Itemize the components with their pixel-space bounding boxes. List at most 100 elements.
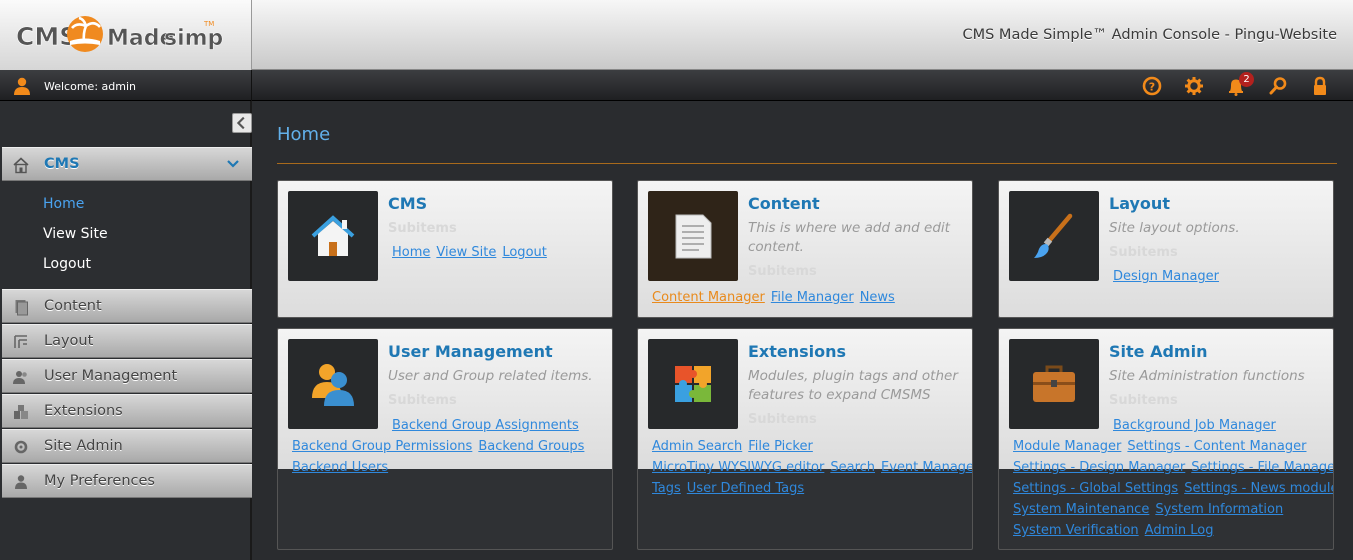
link-settings-news-module[interactable]: Settings - News module bbox=[1184, 481, 1333, 496]
card-links: Backend Group Assignments Backend Group P… bbox=[292, 415, 604, 478]
link-search[interactable]: Search bbox=[830, 460, 875, 475]
link-system-information[interactable]: System Information bbox=[1155, 502, 1283, 517]
admin-gear-icon bbox=[14, 440, 28, 454]
welcome-text: Welcome: admin bbox=[44, 80, 136, 93]
link-settings-global-settings[interactable]: Settings - Global Settings bbox=[1013, 481, 1178, 496]
lock-icon bbox=[1314, 76, 1326, 95]
card-links: Background Job Manager Module Manager Sett… bbox=[1013, 415, 1333, 541]
link-view-site[interactable]: View Site bbox=[436, 245, 496, 260]
sidebar-item-label: CMS bbox=[44, 156, 80, 172]
sidebar-item-cms[interactable]: CMS bbox=[2, 147, 252, 181]
users-icon bbox=[13, 371, 27, 384]
document-icon bbox=[675, 214, 712, 259]
svg-text:TM: TM bbox=[203, 20, 214, 28]
user-preferences-icon bbox=[15, 475, 27, 489]
link-system-maintenance[interactable]: System Maintenance bbox=[1013, 502, 1149, 517]
page-title: Home bbox=[277, 124, 331, 145]
search-icon bbox=[1269, 77, 1287, 95]
card-description: Site Administration functions bbox=[1109, 368, 1305, 384]
logo-area: CMS Made simple TM bbox=[0, 0, 252, 70]
link-backend-group-assignments[interactable]: Backend Group Assignments bbox=[392, 418, 579, 433]
gear-icon bbox=[1185, 77, 1203, 95]
card-title[interactable]: Layout bbox=[1109, 194, 1170, 213]
card-thumbnail bbox=[288, 191, 378, 281]
card-description: This is where we add and edit content. bbox=[748, 220, 950, 255]
sidebar-subitem-logout[interactable]: Logout bbox=[43, 256, 91, 272]
sidebar-item-user-management[interactable]: User Management bbox=[2, 359, 252, 393]
user-toolbar: Welcome: admin ? 2 bbox=[0, 70, 1353, 101]
link-backend-groups[interactable]: Backend Groups bbox=[478, 439, 584, 454]
card-subitems-label: Subitems bbox=[388, 393, 457, 408]
card-title[interactable]: Site Admin bbox=[1109, 342, 1207, 361]
sidebar: CMS Home View Site Logout Content Layout… bbox=[0, 101, 252, 560]
sidebar-item-label: Site Admin bbox=[44, 438, 123, 454]
chevron-down-icon[interactable] bbox=[226, 159, 240, 169]
link-home[interactable]: Home bbox=[392, 245, 430, 260]
card-extensions: Extensions Modules, plugin tags and othe… bbox=[637, 328, 973, 550]
link-logout[interactable]: Logout bbox=[502, 245, 547, 260]
settings-button[interactable] bbox=[1173, 74, 1215, 98]
link-system-verification[interactable]: System Verification bbox=[1013, 523, 1139, 538]
logout-button[interactable] bbox=[1299, 74, 1341, 98]
link-background-job-manager[interactable]: Background Job Manager bbox=[1113, 418, 1276, 433]
link-microtiny-editor[interactable]: MicroTiny WYSIWYG editor bbox=[652, 460, 824, 475]
toolbar-icons: ? 2 bbox=[1131, 72, 1341, 98]
sidebar-item-site-admin[interactable]: Site Admin bbox=[2, 429, 252, 463]
card-layout: Layout Site layout options. Subitems Des… bbox=[998, 180, 1334, 318]
link-design-manager[interactable]: Design Manager bbox=[1113, 269, 1219, 284]
link-module-manager[interactable]: Module Manager bbox=[1013, 439, 1121, 454]
link-tags[interactable]: Tags bbox=[652, 481, 681, 496]
sidebar-item-label: Extensions bbox=[44, 403, 123, 419]
sidebar-item-layout[interactable]: Layout bbox=[2, 324, 252, 358]
chevron-left-icon bbox=[236, 116, 245, 130]
card-description: Site layout options. bbox=[1109, 220, 1240, 236]
sidebar-subitem-home[interactable]: Home bbox=[43, 196, 84, 212]
link-news[interactable]: News bbox=[860, 290, 895, 305]
link-file-manager[interactable]: File Manager bbox=[771, 290, 854, 305]
sidebar-item-label: User Management bbox=[44, 368, 178, 384]
top-header: CMS Made simple TM CMS Made Simple™ Admi… bbox=[0, 0, 1353, 70]
card-subitems-label: Subitems bbox=[1109, 245, 1178, 260]
link-user-defined-tags[interactable]: User Defined Tags bbox=[687, 481, 804, 496]
card-cms: CMS Subitems Home View Site Logout bbox=[277, 180, 613, 318]
console-title: CMS Made Simple™ Admin Console - Pingu-W… bbox=[962, 27, 1337, 43]
sidebar-subitem-view-site[interactable]: View Site bbox=[43, 226, 108, 242]
link-settings-file-manager[interactable]: Settings - File Manager bbox=[1191, 460, 1333, 475]
card-title[interactable]: CMS bbox=[388, 194, 427, 213]
card-title[interactable]: User Management bbox=[388, 342, 553, 361]
sidebar-item-my-preferences[interactable]: My Preferences bbox=[2, 464, 252, 498]
card-description: Modules, plugin tags and other features … bbox=[748, 368, 958, 403]
sidebar-item-label: My Preferences bbox=[44, 473, 155, 489]
card-links: Content Manager File Manager News bbox=[652, 287, 964, 308]
card-title[interactable]: Extensions bbox=[748, 342, 846, 361]
briefcase-icon bbox=[1033, 365, 1075, 402]
sidebar-item-label: Content bbox=[44, 298, 102, 314]
sidebar-item-extensions[interactable]: Extensions bbox=[2, 394, 252, 428]
link-admin-search[interactable]: Admin Search bbox=[652, 439, 742, 454]
card-links: Design Manager bbox=[1013, 266, 1325, 287]
puzzle-pieces-icon bbox=[675, 366, 711, 402]
collapse-sidebar-button[interactable] bbox=[232, 113, 252, 133]
link-file-picker[interactable]: File Picker bbox=[748, 439, 813, 454]
user-icon bbox=[14, 77, 30, 95]
card-title[interactable]: Content bbox=[748, 194, 820, 213]
sidebar-item-content[interactable]: Content bbox=[2, 289, 252, 323]
link-settings-content-manager[interactable]: Settings - Content Manager bbox=[1127, 439, 1306, 454]
title-divider bbox=[277, 163, 1337, 164]
puzzle-icon bbox=[14, 405, 28, 419]
help-button[interactable]: ? bbox=[1131, 74, 1173, 98]
link-settings-design-manager[interactable]: Settings - Design Manager bbox=[1013, 460, 1185, 475]
svg-text:?: ? bbox=[1149, 81, 1155, 94]
link-event-manager[interactable]: Event Manager bbox=[881, 460, 972, 475]
svg-text:simple: simple bbox=[164, 26, 224, 51]
link-content-manager[interactable]: Content Manager bbox=[652, 290, 765, 305]
card-site-admin: Site Admin Site Administration functions… bbox=[998, 328, 1334, 550]
card-thumbnail bbox=[648, 191, 738, 281]
notifications-button[interactable]: 2 bbox=[1215, 72, 1257, 98]
search-button[interactable] bbox=[1257, 74, 1299, 98]
link-backend-group-permissions[interactable]: Backend Group Permissions bbox=[292, 439, 472, 454]
paintbrush-icon bbox=[1034, 213, 1073, 258]
cms-made-simple-logo[interactable]: CMS Made simple TM bbox=[14, 14, 224, 56]
link-admin-log[interactable]: Admin Log bbox=[1145, 523, 1214, 538]
link-backend-users[interactable]: Backend Users bbox=[292, 460, 388, 475]
